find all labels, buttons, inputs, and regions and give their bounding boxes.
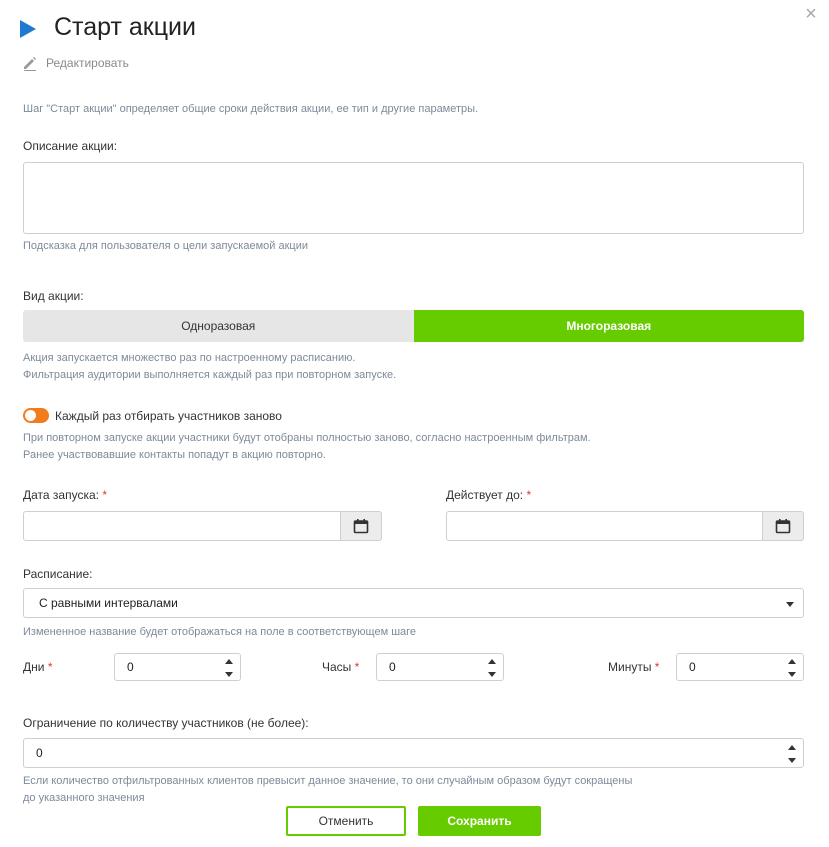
- close-icon[interactable]: ×: [801, 4, 821, 24]
- days-value: 0: [127, 660, 134, 674]
- limit-hint-line1: Если количество отфильтрованных клиентов…: [23, 775, 633, 787]
- spin-up-button[interactable]: [788, 659, 796, 664]
- schedule-label: Расписание:: [23, 567, 93, 581]
- description-label: Описание акции:: [23, 139, 118, 153]
- calendar-icon: [353, 519, 369, 534]
- limit-label: Ограничение по количеству участников (не…: [23, 716, 309, 730]
- hours-label: Часы *: [322, 660, 359, 674]
- edit-button[interactable]: Редактировать: [22, 55, 129, 71]
- schedule-select[interactable]: С равными интервалами: [23, 588, 804, 618]
- spin-up-button[interactable]: [788, 745, 796, 750]
- minutes-input[interactable]: 0: [676, 653, 804, 681]
- end-date-label-text: Действует до:: [446, 488, 524, 502]
- spin-up-button[interactable]: [488, 659, 496, 664]
- calendar-icon: [775, 519, 791, 534]
- play-arrow-icon: [20, 20, 36, 38]
- hours-value: 0: [389, 660, 396, 674]
- end-date-calendar-button[interactable]: [763, 511, 804, 541]
- start-date-calendar-button[interactable]: [341, 511, 382, 541]
- days-label-text: Дни: [23, 660, 45, 674]
- limit-hint-line2: до указанного значения: [23, 792, 145, 804]
- start-date-label-text: Дата запуска:: [23, 488, 99, 502]
- limit-input[interactable]: 0: [23, 738, 804, 768]
- description-hint: Подсказка для пользователя о цели запуск…: [23, 240, 308, 252]
- reselect-toggle[interactable]: [23, 408, 49, 423]
- end-date-input[interactable]: [446, 511, 763, 541]
- reselect-hint-line1: При повторном запуске акции участники бу…: [23, 432, 591, 444]
- type-segmented-control: Одноразовая Многоразовая: [23, 310, 804, 342]
- spinner-arrows-icon: [787, 659, 797, 677]
- required-mark: *: [354, 660, 360, 674]
- edit-label: Редактировать: [46, 56, 129, 70]
- spin-down-button[interactable]: [225, 672, 233, 677]
- type-label: Вид акции:: [23, 289, 84, 303]
- start-date-input[interactable]: [23, 511, 341, 541]
- reselect-hint-line2: Ранее участвовавшие контакты попадут в а…: [23, 449, 326, 461]
- days-input[interactable]: 0: [114, 653, 241, 681]
- spin-down-button[interactable]: [788, 672, 796, 677]
- required-mark: *: [526, 488, 532, 502]
- type-hint-line1: Акция запускается множество раз по настр…: [23, 352, 356, 364]
- minutes-label: Минуты *: [608, 660, 659, 674]
- page-title: Старт акции: [54, 13, 196, 41]
- required-mark: *: [47, 660, 53, 674]
- limit-value: 0: [36, 746, 43, 760]
- spin-up-button[interactable]: [225, 659, 233, 664]
- reselect-toggle-label: Каждый раз отбирать участников заново: [55, 409, 282, 423]
- type-option-multiple[interactable]: Многоразовая: [413, 310, 804, 342]
- caret-down-icon: [786, 602, 794, 607]
- save-button[interactable]: Сохранить: [418, 806, 541, 836]
- start-date-label: Дата запуска: *: [23, 488, 107, 502]
- days-label: Дни *: [23, 660, 52, 674]
- spinner-arrows-icon: [224, 659, 234, 677]
- spin-down-button[interactable]: [788, 758, 796, 763]
- type-option-single[interactable]: Одноразовая: [23, 310, 414, 342]
- cancel-button[interactable]: Отменить: [286, 806, 406, 836]
- schedule-hint: Измененное название будет отображаться н…: [23, 626, 417, 638]
- spinner-arrows-icon: [787, 745, 797, 763]
- end-date-label: Действует до: *: [446, 488, 531, 502]
- schedule-selected-value: С равными интервалами: [39, 596, 178, 610]
- intro-text: Шаг "Старт акции" определяет общие сроки…: [23, 103, 479, 115]
- spinner-arrows-icon: [487, 659, 497, 677]
- hours-label-text: Часы: [322, 660, 352, 674]
- description-textarea[interactable]: [23, 162, 804, 234]
- hours-input[interactable]: 0: [376, 653, 504, 681]
- required-mark: *: [654, 660, 660, 674]
- minutes-value: 0: [689, 660, 696, 674]
- toggle-knob: [25, 410, 36, 421]
- pencil-icon: [24, 57, 36, 71]
- minutes-label-text: Минуты: [608, 660, 652, 674]
- type-hint-line2: Фильтрация аудитории выполняется каждый …: [23, 369, 397, 381]
- spin-down-button[interactable]: [488, 672, 496, 677]
- required-mark: *: [102, 488, 107, 502]
